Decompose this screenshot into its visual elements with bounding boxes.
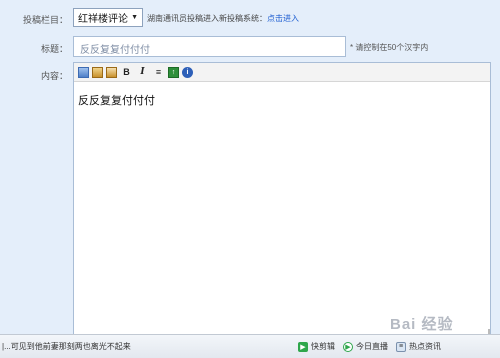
column-note: 湖南通讯员投稿进入新投稿系统：点击进入 (147, 13, 299, 24)
play-icon: ▶ (298, 341, 308, 352)
title-hint: * 请控制在50个汉字内 (350, 43, 429, 52)
news-icon: ≡ (396, 341, 406, 352)
paste-icon[interactable] (92, 66, 103, 78)
submission-form: 投稿栏目： 红祥楼评论 ▼ 湖南通讯员投稿进入新投稿系统：点击进入 标题： 反反… (0, 0, 500, 338)
taskbar-item-label: 热点资讯 (409, 342, 441, 351)
insert-image-icon[interactable]: ↑ (168, 66, 179, 78)
watermark-logo: Bai 经验 (390, 316, 454, 333)
paste-word-icon[interactable] (106, 66, 117, 78)
content-editor[interactable]: B I ≡ ↑ i 反反复复付付付 (73, 62, 491, 338)
column-note-text: 湖南通讯员投稿进入新投稿系统： (147, 14, 267, 23)
editor-toolbar: B I ≡ ↑ i (74, 63, 490, 82)
taskbar-item-clip[interactable]: ▶ 快剪辑 (298, 341, 335, 352)
bold-button[interactable]: B (120, 66, 133, 79)
editor-content[interactable]: 反反复复付付付 (74, 82, 490, 118)
news-ticker[interactable]: |...可见到他前妻那刻两也离光不起来 (0, 341, 290, 352)
align-icon[interactable]: ≡ (152, 66, 165, 79)
taskbar-item-live[interactable]: ▶ 今日直播 (343, 341, 388, 352)
enter-link[interactable]: 点击进入 (267, 14, 299, 23)
title-input[interactable]: 反反复复付付付 (73, 36, 346, 57)
taskbar-item-news[interactable]: ≡ 热点资讯 (396, 341, 441, 352)
column-label: 投稿栏目： (22, 15, 68, 25)
column-select-value: 红祥楼评论 (78, 14, 128, 25)
column-select[interactable]: 红祥楼评论 ▼ (73, 8, 143, 27)
chevron-down-icon: ▼ (131, 14, 138, 21)
taskbar-item-label: 快剪辑 (311, 342, 335, 351)
live-icon: ▶ (343, 341, 353, 352)
about-icon[interactable]: i (182, 66, 193, 78)
title-input-value: 反反复复付付付 (80, 45, 150, 56)
taskbar: |...可见到他前妻那刻两也离光不起来 ▶ 快剪辑 ▶ 今日直播 ≡ 热点资讯 (0, 334, 500, 358)
title-label: 标题： (40, 44, 68, 54)
italic-button[interactable]: I (136, 66, 149, 79)
copy-icon[interactable] (78, 66, 89, 78)
taskbar-item-label: 今日直播 (356, 342, 388, 351)
content-label: 内容： (40, 71, 68, 81)
